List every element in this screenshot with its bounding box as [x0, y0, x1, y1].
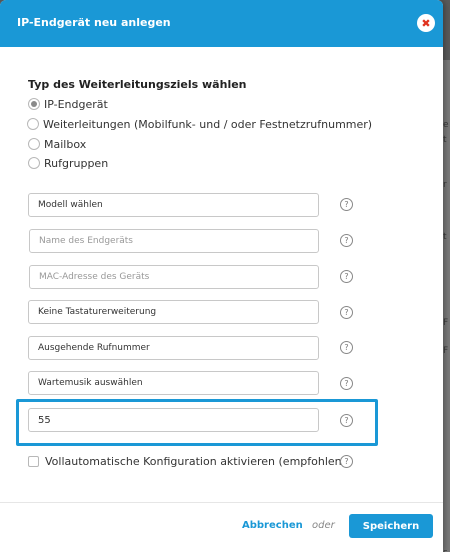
auto-config-checkbox-row[interactable]: Vollautomatische Konfiguration aktiviere…: [28, 454, 346, 468]
help-icon[interactable]: ?: [340, 414, 353, 427]
close-button[interactable]: ✖: [417, 14, 435, 32]
help-icon[interactable]: ?: [340, 198, 353, 211]
number-input[interactable]: 55: [28, 408, 319, 432]
modal-header: IP-Endgerät neu anlegen ✖: [0, 0, 443, 47]
save-button[interactable]: Speichern: [349, 514, 433, 538]
radio-label: Mailbox: [44, 137, 87, 151]
radio-label: Weiterleitungen (Mobilfunk- und / oder F…: [43, 117, 373, 131]
backdrop-text: e: [443, 120, 449, 130]
radio-label: IP-Endgerät: [44, 97, 108, 111]
routing-section-title: Typ des Weiterleitungsziels wählen: [28, 78, 247, 91]
checkbox-icon[interactable]: [28, 455, 39, 467]
device-modal: IP-Endgerät neu anlegen ✖ Typ des Weiter…: [0, 0, 443, 552]
radio-label: Rufgruppen: [44, 156, 109, 170]
help-icon[interactable]: ?: [340, 377, 353, 390]
help-icon[interactable]: ?: [340, 455, 353, 468]
backdrop-text: F: [443, 346, 449, 356]
model-select[interactable]: Modell wählen: [28, 193, 319, 217]
radio-circle-icon: [28, 98, 40, 110]
backdrop-text: t: [443, 232, 447, 242]
radio-call-groups[interactable]: Rufgruppen: [28, 156, 108, 170]
or-text: oder: [312, 520, 335, 531]
auto-config-label: Vollautomatische Konfiguration aktiviere…: [45, 454, 346, 468]
radio-ip-device[interactable]: IP-Endgerät: [28, 97, 108, 111]
radio-circle-icon: [28, 138, 40, 150]
radio-circle-icon: [27, 118, 39, 130]
backdrop-page: e t r t F F s s: [442, 60, 450, 552]
help-icon[interactable]: ?: [340, 341, 353, 354]
help-icon[interactable]: ?: [340, 306, 353, 319]
close-icon: ✖: [421, 16, 431, 30]
outgoing-number-select[interactable]: Ausgehende Rufnummer: [28, 336, 319, 360]
device-name-input[interactable]: Name des Endgeräts: [29, 229, 319, 253]
help-icon[interactable]: ?: [340, 234, 353, 247]
backdrop-text: t: [443, 135, 447, 145]
radio-forwarding[interactable]: Weiterleitungen (Mobilfunk- und / oder F…: [27, 117, 372, 131]
radio-mailbox[interactable]: Mailbox: [28, 137, 86, 151]
help-icon[interactable]: ?: [340, 270, 353, 283]
radio-circle-icon: [28, 157, 40, 169]
footer-divider: [0, 502, 443, 503]
backdrop-text: s: [443, 548, 448, 552]
backdrop-text: r: [443, 180, 447, 190]
cancel-link[interactable]: Abbrechen: [242, 520, 303, 531]
keypad-extension-select[interactable]: Keine Tastaturerweiterung: [28, 300, 319, 324]
modal-title: IP-Endgerät neu anlegen: [17, 16, 171, 29]
backdrop-text: F: [443, 318, 449, 328]
hold-music-select[interactable]: Wartemusik auswählen: [28, 371, 319, 395]
mac-address-input[interactable]: MAC-Adresse des Geräts: [29, 265, 319, 289]
